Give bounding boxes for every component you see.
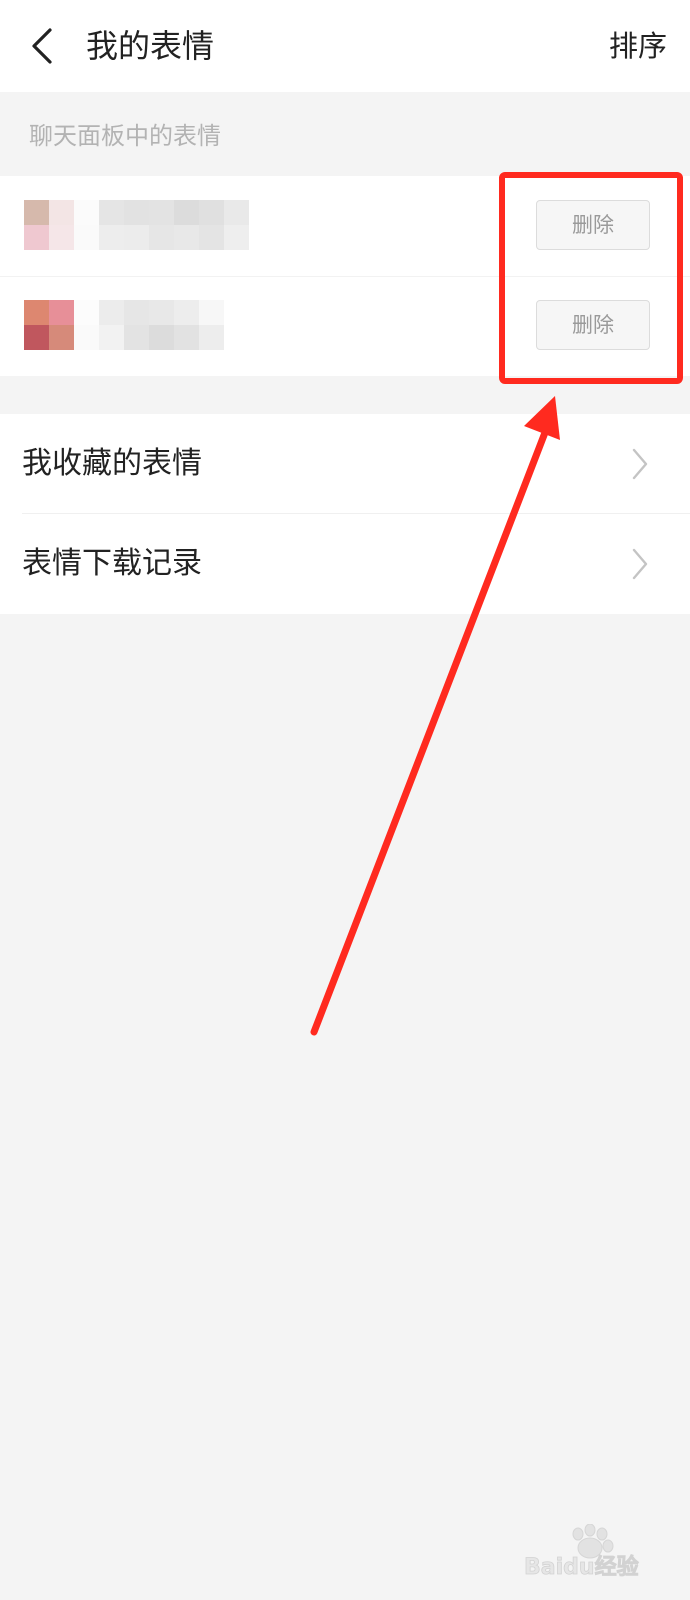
watermark-text: Baidu经验 [524, 1554, 639, 1580]
sticker-pack-row: 删除 [0, 276, 690, 376]
section-label-chat-panel: 聊天面板中的表情 [29, 122, 221, 150]
sticker-pack-row: 删除 [0, 176, 690, 277]
page-title: 我的表情 [86, 27, 215, 65]
back-button[interactable] [22, 22, 66, 70]
sticker-menu-list: 我收藏的表情 表情下载记录 [0, 414, 690, 614]
menu-item-label: 表情下载记录 [22, 546, 202, 581]
header-bar: 我的表情 排序 [0, 0, 690, 92]
menu-item-favorite-stickers[interactable]: 我收藏的表情 [0, 414, 690, 514]
menu-item-download-history[interactable]: 表情下载记录 [0, 514, 690, 614]
delete-button[interactable]: 删除 [536, 200, 650, 250]
chat-panel-sticker-list: 删除 删除 [0, 176, 690, 376]
delete-button[interactable]: 删除 [536, 300, 650, 350]
chevron-right-icon [632, 548, 648, 580]
baidu-jingyan-watermark: Baidu经验 [524, 1524, 639, 1580]
chevron-left-icon [32, 28, 52, 64]
sticker-pack-thumbnail [24, 200, 74, 250]
sort-button[interactable]: 排序 [609, 24, 667, 68]
sticker-pack-name-blurred [74, 200, 249, 250]
sticker-pack-name-blurred [74, 300, 224, 350]
menu-item-label: 我收藏的表情 [22, 446, 202, 481]
sticker-pack-thumbnail [24, 300, 74, 350]
chevron-right-icon [632, 448, 648, 480]
